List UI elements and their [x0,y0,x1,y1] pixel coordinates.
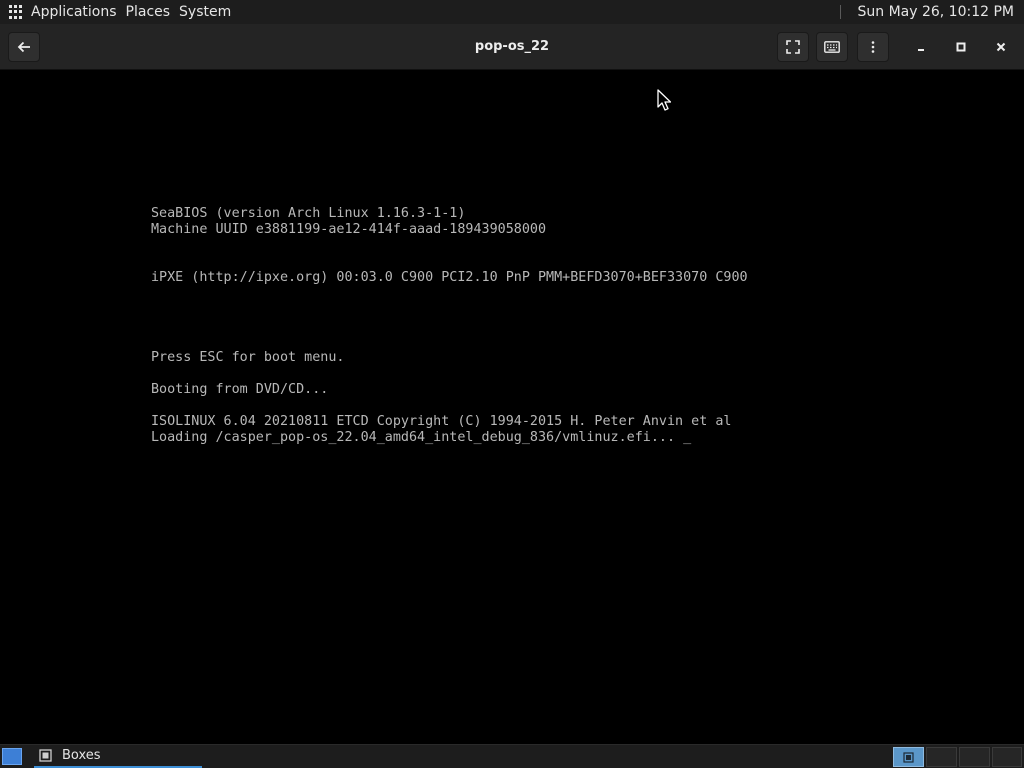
fullscreen-icon [786,40,800,54]
workspace-3[interactable] [959,747,990,767]
menu-button[interactable] [857,32,889,62]
console-line: Booting from DVD/CD... [151,382,329,397]
back-button[interactable] [8,32,40,62]
close-button[interactable] [986,32,1016,62]
applications-menu[interactable]: Applications [31,4,117,20]
workspace-1[interactable] [893,747,924,767]
top-panel: Applications Places System Sun May 26, 1… [0,0,1024,24]
boxes-app-icon [903,751,914,763]
console-line: Machine UUID e3881199-ae12-414f-aaad-189… [151,222,547,237]
taskbar-item-label: Boxes [62,748,101,763]
show-desktop-button[interactable] [2,748,22,765]
applications-grid-icon[interactable] [9,5,23,19]
console-line: iPXE (http://ipxe.org) 00:03.0 C900 PCI2… [151,270,748,285]
clock[interactable]: Sun May 26, 10:12 PM [857,4,1014,20]
bottom-panel: Boxes [0,744,1024,768]
vm-display[interactable]: SeaBIOS (version Arch Linux 1.16.3-1-1) … [0,70,1024,744]
minimize-button[interactable] [906,32,936,62]
fullscreen-button[interactable] [777,32,809,62]
more-vertical-icon [871,41,875,53]
minimize-icon [916,42,926,52]
console-line: Loading /casper_pop-os_22.04_amd64_intel… [151,430,692,445]
panel-separator [840,5,842,19]
console-line: Press ESC for boot menu. [151,350,345,365]
boxes-app-icon [39,749,52,762]
console-line: ISOLINUX 6.04 20210811 ETCD Copyright (C… [151,414,732,429]
mouse-pointer-icon [657,89,671,111]
workspace-4[interactable] [992,747,1022,767]
workspace-2[interactable] [926,747,957,767]
system-menu[interactable]: System [179,4,231,20]
keyboard-button[interactable] [816,32,848,62]
close-icon [996,42,1006,52]
console-line: SeaBIOS (version Arch Linux 1.16.3-1-1) [151,206,466,221]
arrow-left-icon [17,40,31,54]
window-header-bar: pop-os_22 [0,24,1024,70]
keyboard-icon [824,41,840,53]
taskbar-item-boxes[interactable]: Boxes [34,745,202,768]
places-menu[interactable]: Places [126,4,171,20]
maximize-icon [956,42,966,52]
maximize-button[interactable] [946,32,976,62]
